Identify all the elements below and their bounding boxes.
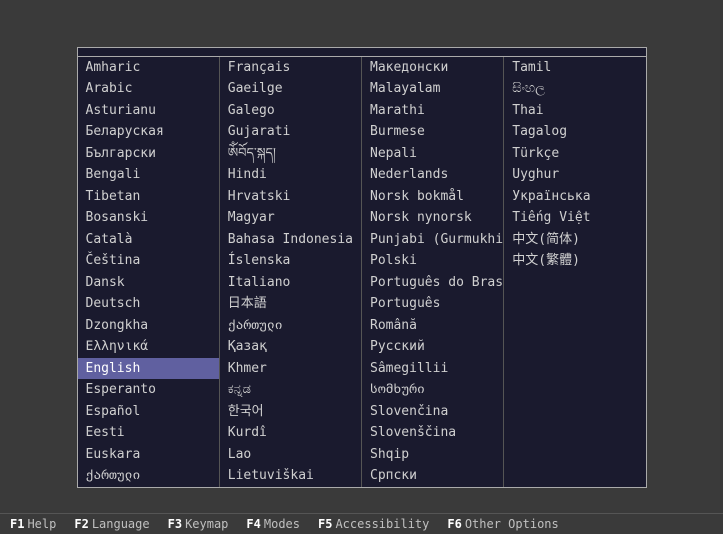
language-item[interactable]: Kurdî — [220, 422, 361, 444]
language-item[interactable]: Қазақ — [220, 336, 361, 358]
footer-key-f3: F3 — [168, 517, 182, 531]
language-item[interactable]: ༀབོད་སྐད། — [220, 143, 361, 165]
dialog-title — [78, 48, 646, 57]
language-item[interactable]: Magyar — [220, 207, 361, 229]
language-item[interactable]: Русский — [362, 336, 503, 358]
footer-key-f1: F1 — [10, 517, 24, 531]
footer-key-f5: F5 — [318, 517, 332, 531]
language-item[interactable]: Français — [220, 57, 361, 79]
footer-label-f2: Language — [92, 517, 150, 531]
language-item[interactable]: Беларуская — [78, 121, 219, 143]
language-item[interactable]: Norsk bokmål — [362, 186, 503, 208]
language-item[interactable]: Euskara — [78, 444, 219, 466]
language-item[interactable]: Lao — [220, 444, 361, 466]
language-item[interactable]: Čeština — [78, 250, 219, 272]
language-column-3[interactable]: TamilසිංහලThaiTagalogTürkçeUyghurУкраїнс… — [504, 57, 645, 487]
language-item[interactable]: Nepali — [362, 143, 503, 165]
language-item[interactable]: Български — [78, 143, 219, 165]
footer-bar: F1 Help F2 Language F3 Keymap F4 Modes F5 Ac… — [0, 513, 723, 534]
footer-item-f1[interactable]: F1 Help — [10, 517, 56, 531]
language-item[interactable]: Українська — [504, 186, 645, 208]
language-item[interactable]: Ελληνικά — [78, 336, 219, 358]
language-item[interactable]: Slovenčina — [362, 401, 503, 423]
language-item[interactable]: Македонски — [362, 57, 503, 79]
language-item[interactable]: Српски — [362, 465, 503, 487]
language-item[interactable]: Deutsch — [78, 293, 219, 315]
language-item[interactable]: Sâmegillii — [362, 358, 503, 380]
language-item[interactable]: ქართული — [220, 315, 361, 337]
language-dialog: AmharicArabicAsturianuБеларускаяБългарск… — [77, 47, 647, 488]
language-column-1[interactable]: FrançaisGaeilgeGalegoGujaratiༀབོད་སྐད།Hi… — [220, 57, 362, 487]
language-item[interactable]: 한국어 — [220, 401, 361, 423]
language-item[interactable]: Shqip — [362, 444, 503, 466]
footer-key-f4: F4 — [246, 517, 260, 531]
language-item[interactable]: Tagalog — [504, 121, 645, 143]
footer-item-f3[interactable]: F3 Keymap — [168, 517, 229, 531]
language-item[interactable]: Português do Brasil — [362, 272, 503, 294]
language-item[interactable]: Punjabi (Gurmukhi) — [362, 229, 503, 251]
language-item[interactable]: Tamil — [504, 57, 645, 79]
language-item[interactable]: Română — [362, 315, 503, 337]
language-item[interactable]: Nederlands — [362, 164, 503, 186]
language-item[interactable]: ಕನ್ನಡ — [220, 379, 361, 401]
language-item[interactable]: Thai — [504, 100, 645, 122]
language-item[interactable]: Asturianu — [78, 100, 219, 122]
language-item[interactable]: 中文(简体) — [504, 229, 645, 251]
footer-item-f4[interactable]: F4 Modes — [246, 517, 300, 531]
language-item[interactable]: Hindi — [220, 164, 361, 186]
language-item[interactable]: სომხური — [362, 379, 503, 401]
language-item[interactable]: Burmese — [362, 121, 503, 143]
language-item[interactable]: English — [78, 358, 219, 380]
language-item[interactable]: Italiano — [220, 272, 361, 294]
language-item[interactable]: Bahasa Indonesia — [220, 229, 361, 251]
language-item[interactable]: Polski — [362, 250, 503, 272]
language-item[interactable]: Galego — [220, 100, 361, 122]
language-item[interactable]: Hrvatski — [220, 186, 361, 208]
language-column-2[interactable]: МакедонскиMalayalamMarathiBurmeseNepaliN… — [362, 57, 504, 487]
language-item[interactable]: Português — [362, 293, 503, 315]
language-item[interactable]: Bengali — [78, 164, 219, 186]
language-item[interactable]: Español — [78, 401, 219, 423]
language-item[interactable]: Türkçe — [504, 143, 645, 165]
footer-label-f1: Help — [27, 517, 56, 531]
language-item[interactable]: Norsk nynorsk — [362, 207, 503, 229]
language-item[interactable]: Gujarati — [220, 121, 361, 143]
footer-item-f6[interactable]: F6 Other Options — [447, 517, 558, 531]
language-item[interactable]: Marathi — [362, 100, 503, 122]
language-item[interactable]: 中文(繁體) — [504, 250, 645, 272]
language-item[interactable]: ქართული — [78, 465, 219, 487]
language-item[interactable]: Esperanto — [78, 379, 219, 401]
language-item[interactable]: Eesti — [78, 422, 219, 444]
language-item[interactable]: Gaeilge — [220, 78, 361, 100]
language-item[interactable]: Tiếng Việt — [504, 207, 645, 229]
language-column-0[interactable]: AmharicArabicAsturianuБеларускаяБългарск… — [78, 57, 220, 487]
dialog-body: AmharicArabicAsturianuБеларускаяБългарск… — [78, 57, 646, 487]
language-item[interactable]: Català — [78, 229, 219, 251]
language-item[interactable]: Uyghur — [504, 164, 645, 186]
footer-key-f2: F2 — [74, 517, 88, 531]
language-item[interactable]: Khmer — [220, 358, 361, 380]
language-item[interactable]: Bosanski — [78, 207, 219, 229]
language-item[interactable]: Tibetan — [78, 186, 219, 208]
language-item[interactable]: Malayalam — [362, 78, 503, 100]
language-item[interactable]: Íslenska — [220, 250, 361, 272]
language-item[interactable]: Dansk — [78, 272, 219, 294]
language-item[interactable]: Amharic — [78, 57, 219, 79]
language-item[interactable]: Dzongkha — [78, 315, 219, 337]
footer-key-f6: F6 — [447, 517, 461, 531]
footer-item-f5[interactable]: F5 Accessibility — [318, 517, 429, 531]
language-item[interactable]: Lietuviškai — [220, 465, 361, 487]
language-item[interactable]: සිංහල — [504, 78, 645, 100]
footer-label-f4: Modes — [264, 517, 300, 531]
footer-item-f2[interactable]: F2 Language — [74, 517, 149, 531]
footer-label-f3: Keymap — [185, 517, 228, 531]
footer-label-f5: Accessibility — [335, 517, 429, 531]
language-item[interactable]: 日本語 — [220, 293, 361, 315]
language-item[interactable]: Arabic — [78, 78, 219, 100]
language-item[interactable]: Slovenščina — [362, 422, 503, 444]
footer-label-f6: Other Options — [465, 517, 559, 531]
